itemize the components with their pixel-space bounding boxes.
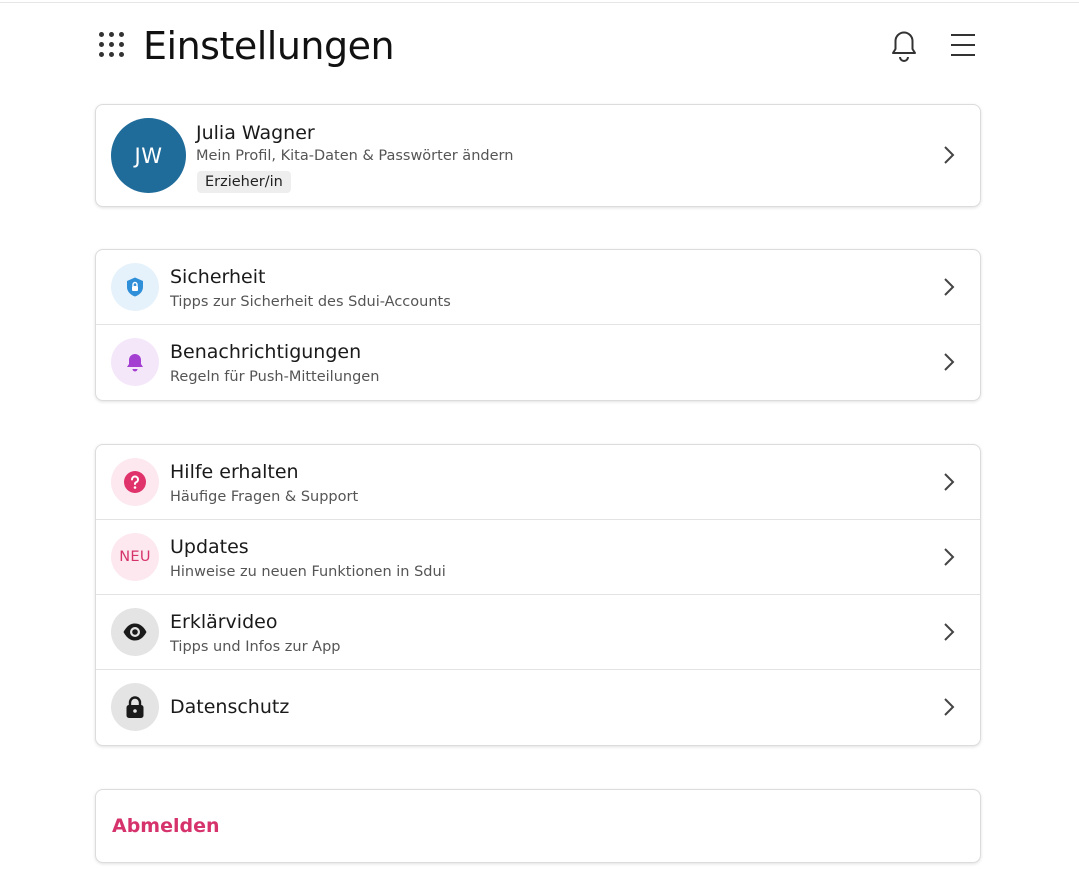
settings-item-title: Datenschutz — [170, 696, 290, 718]
question-icon — [124, 471, 146, 493]
settings-item-subtitle: Tipps und Infos zur App — [170, 639, 341, 655]
grid-dots-icon[interactable] — [99, 32, 127, 60]
hamburger-menu-button[interactable] — [948, 30, 978, 60]
video-icon-badge — [111, 608, 159, 656]
settings-item-title: Hilfe erhalten — [170, 461, 299, 483]
profile-description: Mein Profil, Kita-Daten & Passwörter änd… — [196, 148, 514, 164]
chevron-right-icon — [944, 548, 955, 566]
bell-icon — [127, 354, 143, 372]
settings-item-title: Benachrichtigungen — [170, 341, 362, 363]
settings-item-security[interactable]: Sicherheit Tipps zur Sicherheit des Sdui… — [96, 250, 980, 325]
top-divider — [0, 2, 1079, 3]
page-title: Einstellungen — [143, 24, 395, 68]
security-icon-badge — [111, 263, 159, 311]
role-badge: Erzieher/in — [197, 171, 291, 193]
profile-row[interactable]: JW Julia Wagner Mein Profil, Kita-Daten … — [96, 105, 980, 206]
settings-item-subtitle: Tipps zur Sicherheit des Sdui-Accounts — [170, 294, 451, 310]
settings-item-privacy[interactable]: Datenschutz — [96, 670, 980, 745]
profile-name: Julia Wagner — [196, 122, 315, 144]
updates-icon-badge: NEU — [111, 533, 159, 581]
settings-item-video[interactable]: Erklärvideo Tipps und Infos zur App — [96, 595, 980, 670]
settings-page: Einstellungen JW Julia Wagner Mein Profi… — [0, 0, 1079, 872]
help-icon-badge — [111, 458, 159, 506]
settings-item-title: Erklärvideo — [170, 611, 278, 633]
notifications-icon-badge — [111, 338, 159, 386]
logout-card: Abmelden — [95, 789, 981, 863]
settings-item-subtitle: Häufige Fragen & Support — [170, 489, 359, 505]
eye-icon — [123, 623, 147, 641]
settings-item-subtitle: Regeln für Push-Mitteilungen — [170, 369, 380, 385]
chevron-right-icon — [944, 698, 955, 716]
settings-item-title: Updates — [170, 536, 249, 558]
lock-icon — [126, 696, 144, 718]
settings-item-subtitle: Hinweise zu neuen Funktionen in Sdui — [170, 564, 446, 580]
security-notifications-card: Sicherheit Tipps zur Sicherheit des Sdui… — [95, 249, 981, 401]
settings-item-notifications[interactable]: Benachrichtigungen Regeln für Push-Mitte… — [96, 325, 980, 400]
chevron-right-icon — [944, 278, 955, 296]
logout-button[interactable]: Abmelden — [112, 813, 220, 839]
chevron-right-icon — [944, 146, 955, 164]
avatar: JW — [111, 118, 186, 193]
settings-item-help[interactable]: Hilfe erhalten Häufige Fragen & Support — [96, 445, 980, 520]
profile-card: JW Julia Wagner Mein Profil, Kita-Daten … — [95, 104, 981, 207]
chevron-right-icon — [944, 353, 955, 371]
notifications-button[interactable] — [886, 26, 922, 64]
help-info-card: Hilfe erhalten Häufige Fragen & Support … — [95, 444, 981, 746]
privacy-icon-badge — [111, 683, 159, 731]
settings-item-title: Sicherheit — [170, 266, 266, 288]
shield-icon — [127, 277, 143, 297]
chevron-right-icon — [944, 473, 955, 491]
chevron-right-icon — [944, 623, 955, 641]
hamburger-menu-icon — [951, 34, 975, 56]
settings-item-updates[interactable]: NEU Updates Hinweise zu neuen Funktionen… — [96, 520, 980, 595]
new-badge: NEU — [119, 549, 151, 565]
bell-icon — [892, 31, 916, 62]
